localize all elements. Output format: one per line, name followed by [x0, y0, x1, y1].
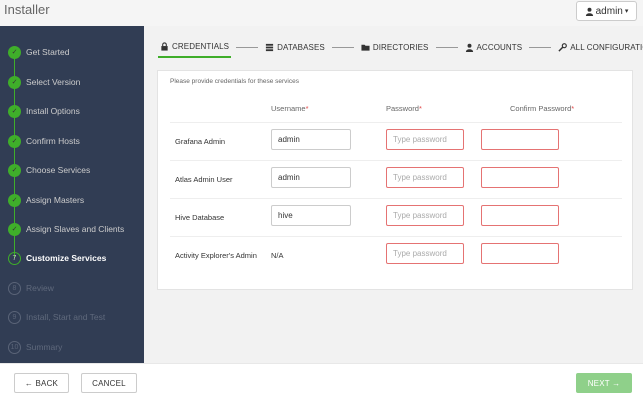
step-marker: ✓: [8, 193, 21, 207]
config-tabs: CREDENTIALS DATABASES DIRECTORIES ACCOUN…: [158, 36, 643, 58]
column-title: Confirm Password: [510, 104, 572, 113]
tab-all-configurations[interactable]: ALL CONFIGURATIONS: [556, 36, 643, 58]
database-icon: [266, 43, 274, 51]
tab-label: ALL CONFIGURATIONS: [570, 42, 643, 52]
wizard-step[interactable]: ✓ Assign Masters: [0, 190, 144, 210]
wizard-step[interactable]: ✓ Select Version: [0, 72, 144, 92]
credential-row: Atlas Admin User admin Type password: [170, 160, 622, 198]
step-label: Install, Start and Test: [26, 312, 106, 322]
required-mark: *: [418, 104, 422, 113]
username-value: N/A: [271, 251, 284, 260]
step-marker: ✓: [8, 222, 21, 236]
user-name: admin: [595, 5, 623, 17]
folder-icon: [361, 44, 370, 51]
confirm-password-input[interactable]: [481, 129, 559, 150]
tab-separator: [236, 46, 259, 48]
tab-accounts[interactable]: ACCOUNTS: [463, 36, 525, 58]
credential-row: Activity Explorer's Admin N/A Type passw…: [170, 236, 622, 274]
password-input[interactable]: Type password: [386, 243, 464, 264]
credential-row: Grafana Admin admin Type password: [170, 122, 622, 160]
wizard-step[interactable]: ✓ Assign Slaves and Clients: [0, 219, 144, 239]
back-button[interactable]: ← BACK: [14, 373, 69, 393]
tab-label: DIRECTORIES: [372, 42, 429, 52]
step-label: Assign Masters: [26, 195, 85, 205]
user-icon: [465, 43, 473, 52]
main-content: CREDENTIALS DATABASES DIRECTORIES ACCOUN…: [144, 26, 643, 363]
credential-row: Hive Database hive Type password: [170, 198, 622, 236]
step-label: Select Version: [26, 77, 81, 87]
wizard-sidebar: ✓ Get Started ✓ Select Version ✓ Install Op…: [0, 26, 144, 363]
step-marker: ✓: [8, 75, 21, 89]
tab-label: ACCOUNTS: [476, 42, 523, 52]
username-input[interactable]: hive: [271, 205, 351, 226]
user-icon: [585, 7, 593, 16]
step-marker: 7: [8, 251, 21, 265]
wizard-footer: ← BACK CANCEL NEXT →: [0, 363, 643, 404]
step-label: Install Options: [26, 106, 80, 116]
required-mark: *: [305, 104, 309, 113]
step-label: Choose Services: [26, 165, 91, 175]
tab-separator: [435, 46, 458, 48]
column-title: Password: [386, 104, 419, 113]
app-title: Installer: [4, 2, 50, 17]
caret-down-icon: ▾: [624, 8, 629, 15]
wizard-step[interactable]: ✓ Choose Services: [0, 160, 144, 180]
wizard-step[interactable]: ✓ Get Started: [0, 42, 144, 62]
wizard-step: 9 Install, Start and Test: [0, 307, 144, 327]
top-bar: Installer admin ▾: [0, 0, 643, 26]
step-label: Assign Slaves and Clients: [26, 224, 125, 234]
confirm-password-input[interactable]: [481, 167, 559, 188]
service-label: Activity Explorer's Admin: [175, 251, 257, 260]
step-marker: ✓: [8, 163, 21, 177]
tab-label: CREDENTIALS: [172, 41, 230, 51]
wrench-icon: [558, 42, 568, 52]
wizard-step[interactable]: ✓ Confirm Hosts: [0, 131, 144, 151]
username-input[interactable]: admin: [271, 129, 351, 150]
tab-separator: [331, 46, 354, 48]
panel-intro-text: Please provide credentials for these ser…: [170, 78, 299, 85]
cancel-button[interactable]: CANCEL: [81, 373, 137, 393]
password-input[interactable]: Type password: [386, 205, 464, 226]
step-label: Get Started: [26, 47, 70, 57]
service-label: Atlas Admin User: [175, 175, 233, 184]
tab-credentials[interactable]: CREDENTIALS: [158, 36, 232, 58]
lock-icon: [161, 41, 168, 51]
step-marker: ✓: [8, 45, 21, 59]
confirm-password-input[interactable]: [481, 205, 559, 226]
service-label: Hive Database: [175, 213, 225, 222]
step-marker: ✓: [8, 104, 21, 118]
step-marker: ✓: [8, 134, 21, 148]
wizard-step-current[interactable]: 7 Customize Services: [0, 248, 144, 268]
credentials-panel: Please provide credentials for these ser…: [157, 70, 633, 290]
next-button[interactable]: NEXT →: [576, 373, 632, 393]
username-column-header: Username*: [271, 104, 309, 113]
step-label: Review: [26, 283, 54, 293]
tab-separator: [529, 46, 552, 48]
step-marker: 8: [8, 281, 21, 295]
tab-directories[interactable]: DIRECTORIES: [359, 36, 431, 58]
wizard-step: 8 Review: [0, 278, 144, 298]
wizard-step[interactable]: ✓ Install Options: [0, 101, 144, 121]
wizard-step: 10 Summary: [0, 337, 144, 357]
username-input[interactable]: admin: [271, 167, 351, 188]
column-title: Username: [271, 104, 306, 113]
password-input[interactable]: Type password: [386, 167, 464, 188]
password-column-header: Password*: [386, 104, 422, 113]
step-label: Summary: [26, 342, 63, 352]
confirm-password-input[interactable]: [481, 243, 559, 264]
required-mark: *: [571, 104, 575, 113]
step-marker: 9: [8, 310, 21, 324]
user-menu-button[interactable]: admin ▾: [576, 1, 637, 21]
tab-databases[interactable]: DATABASES: [263, 36, 327, 58]
password-input[interactable]: Type password: [386, 129, 464, 150]
step-label: Customize Services: [26, 253, 107, 263]
step-marker: 10: [8, 340, 21, 354]
tab-label: DATABASES: [277, 42, 325, 52]
confirm-password-column-header: Confirm Password*: [510, 104, 574, 113]
step-label: Confirm Hosts: [26, 136, 80, 146]
service-label: Grafana Admin: [175, 137, 226, 146]
